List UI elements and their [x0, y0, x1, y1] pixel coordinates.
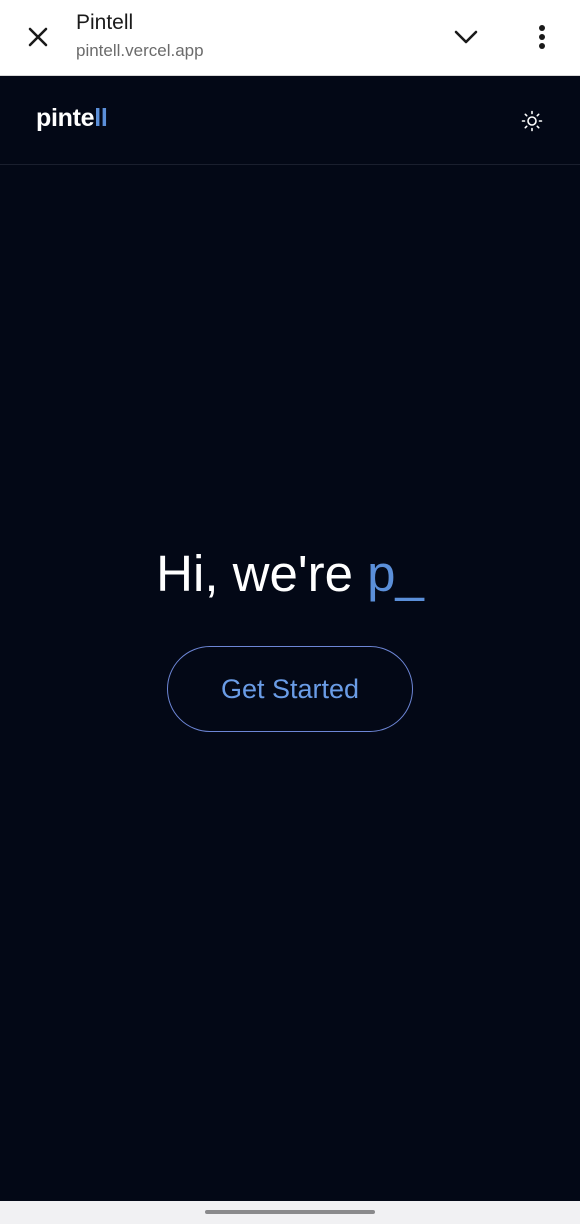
site-header: pintell — [0, 76, 580, 165]
more-vert-icon — [539, 25, 545, 49]
system-navigation-bar — [0, 1201, 580, 1224]
logo-text: pinte — [36, 104, 95, 132]
page-title: Pintell — [76, 11, 134, 34]
close-icon — [28, 27, 48, 47]
expand-button[interactable] — [444, 17, 488, 57]
browser-toolbar: Pintell pintell.vercel.app — [0, 0, 580, 76]
chevron-down-icon — [454, 30, 478, 44]
hero-heading-text: Hi, we're — [156, 545, 353, 602]
logo[interactable]: pintell — [36, 104, 108, 133]
sun-icon — [521, 110, 543, 132]
get-started-button[interactable]: Get Started — [167, 646, 413, 732]
logo-accent: ll — [94, 104, 108, 132]
page-url[interactable]: pintell.vercel.app — [76, 41, 204, 61]
hero-section: Hi, we're p_ Get Started — [0, 165, 580, 1201]
typed-text: p_ — [367, 545, 424, 602]
hero-heading: Hi, we're p_ — [0, 543, 580, 605]
theme-toggle-button[interactable] — [514, 103, 550, 139]
close-button[interactable] — [18, 17, 58, 57]
gesture-handle[interactable] — [205, 1210, 375, 1214]
overflow-menu-button[interactable] — [522, 17, 562, 57]
